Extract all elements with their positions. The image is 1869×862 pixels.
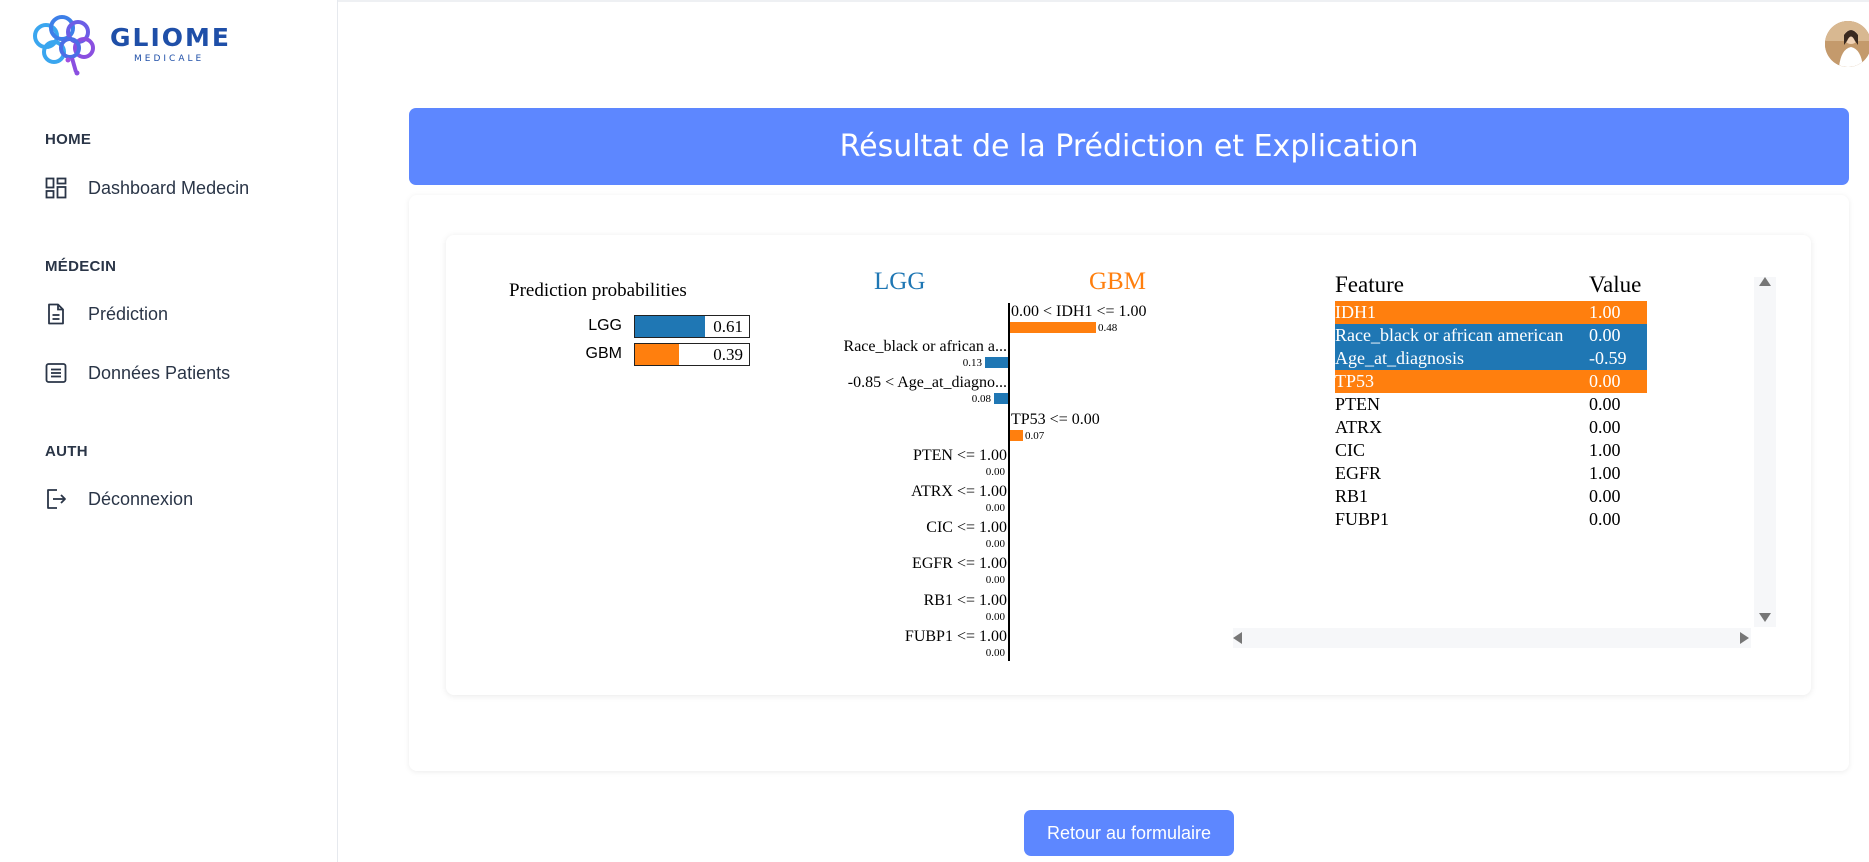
- feature-condition-label: EGFR <= 1.00: [912, 555, 1007, 572]
- probability-box: 0.39: [634, 343, 750, 366]
- table-cell-value: 0.00: [1589, 394, 1621, 414]
- feature-weight-value: 0.07: [1025, 430, 1045, 442]
- scroll-left-icon[interactable]: [1233, 632, 1242, 644]
- table-header-value: Value: [1589, 272, 1642, 297]
- page-header-banner: Résultat de la Prédiction et Explication: [409, 108, 1849, 185]
- class-label-right: GBM: [1089, 268, 1146, 295]
- table-cell-value: 0.00: [1589, 486, 1621, 506]
- nav-section-auth: AUTH: [45, 443, 88, 460]
- sidebar-item-dashboard-medecin[interactable]: Dashboard Medecin: [45, 170, 315, 206]
- feature-weight-bar: [1010, 322, 1096, 333]
- table-row: CIC 1.00: [1335, 439, 1647, 462]
- sidebar-item-label: Données Patients: [88, 362, 231, 383]
- sidebar-item-label: Prédiction: [88, 303, 169, 324]
- table-row: FUBP1 0.00: [1335, 508, 1647, 531]
- user-avatar[interactable]: [1825, 21, 1869, 67]
- table-cell-value: 1.00: [1589, 440, 1621, 460]
- feature-weight-bar: [994, 393, 1008, 404]
- table-row: RB1 0.00: [1335, 485, 1647, 508]
- sidebar: GLIOME MEDICALE HOME Dashboard Medecin M…: [0, 0, 338, 862]
- probability-label: GBM: [585, 345, 622, 362]
- table-cell-feature: FUBP1: [1335, 509, 1390, 529]
- back-to-form-button[interactable]: Retour au formulaire: [1024, 810, 1234, 856]
- feature-condition-label: PTEN <= 1.00: [912, 447, 1007, 464]
- brand-title: GLIOME: [110, 23, 231, 52]
- table-cell-feature: EGFR: [1335, 463, 1382, 483]
- probability-box: 0.61: [634, 315, 750, 338]
- list-icon: [45, 363, 67, 383]
- table-cell-feature: CIC: [1335, 440, 1366, 460]
- dashboard-icon: [45, 177, 67, 199]
- brand-logo[interactable]: GLIOME MEDICALE: [32, 14, 262, 80]
- feature-weight-value: 0.00: [985, 538, 1005, 550]
- sidebar-item-label: Déconnexion: [88, 488, 194, 509]
- table-row: IDH1 1.00: [1335, 301, 1647, 324]
- probability-fill: [635, 316, 705, 337]
- table-cell-value: 0.00: [1589, 509, 1621, 529]
- table-cell-feature: TP53: [1335, 371, 1375, 391]
- page-title: Résultat de la Prédiction et Explication: [839, 129, 1419, 164]
- class-label-left: LGG: [874, 268, 926, 295]
- feature-condition-label: -0.85 < Age_at_diagno...: [847, 374, 1007, 391]
- feature-condition-label: Race_black or african a...: [843, 338, 1007, 355]
- feature-weight-value: 0.00: [985, 647, 1005, 659]
- scroll-up-icon[interactable]: [1759, 277, 1771, 286]
- explanation-axis: [1008, 303, 1010, 661]
- table-cell-feature: Race_black or african american: [1335, 325, 1564, 345]
- feature-condition-label: RB1 <= 1.00: [923, 592, 1007, 609]
- feature-condition-label: FUBP1 <= 1.00: [904, 628, 1007, 645]
- nav-section-home: HOME: [45, 131, 92, 148]
- sidebar-item-prediction[interactable]: Prédiction: [45, 296, 315, 332]
- table-cell-feature: Age_at_diagnosis: [1335, 348, 1464, 368]
- table-row: Age_at_diagnosis -0.59: [1335, 347, 1647, 370]
- prediction-probabilities-title: Prediction probabilities: [509, 280, 687, 301]
- feature-weight-value: 0.48: [1098, 322, 1118, 334]
- nav-section-medecin: MÉDECIN: [45, 258, 117, 275]
- feature-condition-label: TP53 <= 0.00: [1011, 411, 1100, 428]
- sidebar-item-deconnexion[interactable]: Déconnexion: [45, 481, 315, 517]
- horizontal-scrollbar[interactable]: [1233, 628, 1751, 648]
- feature-weight-value: 0.13: [962, 357, 982, 369]
- table-row: EGFR 1.00: [1335, 462, 1647, 485]
- table-row: ATRX 0.00: [1335, 416, 1647, 439]
- table-cell-value: -0.59: [1589, 348, 1627, 368]
- feature-weight-bar: [985, 357, 1008, 368]
- brand-subtitle: MEDICALE: [134, 54, 205, 64]
- feature-condition-label: CIC <= 1.00: [926, 519, 1007, 536]
- table-row: PTEN 0.00: [1335, 393, 1647, 416]
- file-text-icon: [48, 303, 64, 325]
- table-row: Race_black or african american 0.00: [1335, 324, 1647, 347]
- table-cell-value: 1.00: [1589, 463, 1621, 483]
- probability-value: 0.39: [713, 345, 743, 364]
- table-cell-value: 1.00: [1589, 302, 1621, 322]
- table-cell-value: 0.00: [1589, 417, 1621, 437]
- feature-condition-label: ATRX <= 1.00: [911, 483, 1007, 500]
- feature-weight-value: 0.08: [971, 393, 991, 405]
- table-row: TP53 0.00: [1335, 370, 1647, 393]
- table-cell-value: 0.00: [1589, 371, 1621, 391]
- sidebar-item-label: Dashboard Medecin: [88, 177, 250, 198]
- feature-weight-bar: [1010, 430, 1023, 441]
- scroll-down-icon[interactable]: [1759, 613, 1771, 622]
- table-cell-feature: IDH1: [1335, 302, 1376, 322]
- table-cell-feature: RB1: [1335, 486, 1369, 506]
- feature-weight-value: 0.00: [985, 574, 1005, 586]
- sidebar-item-donnees-patients[interactable]: Données Patients: [45, 355, 315, 391]
- vertical-scrollbar[interactable]: [1754, 277, 1776, 627]
- scroll-right-icon[interactable]: [1740, 632, 1749, 644]
- table-header-feature: Feature: [1335, 272, 1404, 297]
- probability-value: 0.61: [713, 317, 743, 336]
- logout-icon: [47, 489, 66, 509]
- feature-weight-value: 0.00: [985, 502, 1005, 514]
- feature-weight-value: 0.00: [985, 611, 1005, 623]
- table-cell-value: 0.00: [1589, 325, 1621, 345]
- probability-fill: [635, 344, 680, 365]
- brain-logo-icon: [33, 15, 95, 76]
- probability-label: LGG: [588, 317, 622, 334]
- feature-weight-value: 0.00: [985, 466, 1005, 478]
- feature-condition-label: 0.00 < IDH1 <= 1.00: [1011, 303, 1147, 320]
- avatar-image: [1825, 21, 1869, 67]
- table-cell-feature: ATRX: [1335, 417, 1383, 437]
- table-cell-feature: PTEN: [1335, 394, 1380, 414]
